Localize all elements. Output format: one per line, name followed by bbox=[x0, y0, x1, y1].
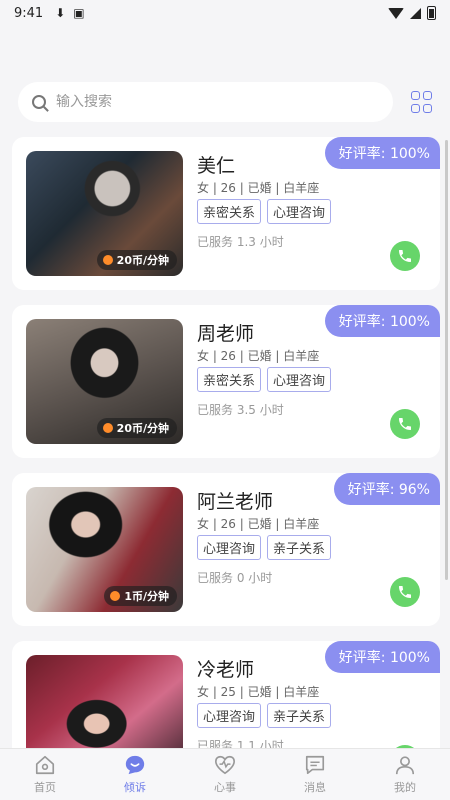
rating-badge: 好评率: 100% bbox=[324, 641, 440, 673]
counselor-photo: 1币/分钟 bbox=[26, 487, 183, 612]
message-icon bbox=[305, 755, 325, 775]
nav-label: 我的 bbox=[394, 781, 416, 794]
served-hours: 已服务 3.5 小时 bbox=[197, 403, 284, 417]
phone-icon bbox=[399, 418, 411, 430]
counselor-card[interactable]: 20币/分钟 好评率: 100% 美仁 女 | 26 | 已婚 | 白羊座 亲密… bbox=[12, 137, 440, 290]
scrollbar[interactable] bbox=[445, 140, 448, 580]
tag-list: 心理咨询 亲子关系 bbox=[197, 703, 332, 728]
phone-icon bbox=[399, 250, 411, 262]
counselor-meta: 女 | 25 | 已婚 | 白羊座 bbox=[197, 685, 320, 699]
phone-icon bbox=[399, 586, 411, 598]
nav-label: 倾诉 bbox=[124, 781, 146, 794]
counselor-card[interactable]: 1币/分钟 好评率: 96% 阿兰老师 女 | 26 | 已婚 | 白羊座 心理… bbox=[12, 473, 440, 626]
tag: 亲密关系 bbox=[197, 199, 262, 224]
coin-icon bbox=[102, 423, 113, 433]
app-notification-icon: ▣ bbox=[73, 6, 85, 20]
rating-badge: 好评率: 96% bbox=[333, 473, 440, 505]
counselor-name: 冷老师 bbox=[197, 659, 255, 681]
counselor-meta: 女 | 26 | 已婚 | 白羊座 bbox=[197, 349, 320, 363]
tag: 亲子关系 bbox=[267, 703, 332, 728]
counselor-photo: 20币/分钟 bbox=[26, 151, 183, 276]
tag-list: 心理咨询 亲子关系 bbox=[197, 535, 332, 560]
nav-item-profile[interactable]: 我的 bbox=[360, 749, 450, 800]
bottom-nav: 首页 倾诉 心事 消息 我的 bbox=[0, 748, 450, 800]
search-icon bbox=[32, 95, 46, 109]
price-tag: 20币/分钟 bbox=[96, 250, 177, 270]
counselor-meta: 女 | 26 | 已婚 | 白羊座 bbox=[197, 181, 320, 195]
counselor-photo: 20币/分钟 bbox=[26, 319, 183, 444]
tag: 心理咨询 bbox=[197, 703, 262, 728]
coin-icon bbox=[102, 255, 113, 265]
heart-pulse-icon bbox=[215, 755, 235, 775]
tag-list: 亲密关系 心理咨询 bbox=[197, 367, 332, 392]
price-tag: 20币/分钟 bbox=[96, 418, 177, 438]
served-hours: 已服务 1.3 小时 bbox=[197, 235, 284, 249]
tag: 心理咨询 bbox=[197, 535, 262, 560]
nav-item-messages[interactable]: 消息 bbox=[270, 749, 360, 800]
status-time: 9:41 bbox=[14, 5, 44, 21]
counselor-name: 美仁 bbox=[197, 155, 236, 177]
rating-badge: 好评率: 100% bbox=[324, 137, 440, 169]
user-icon bbox=[395, 756, 415, 775]
counselor-name: 周老师 bbox=[197, 323, 255, 345]
counselor-meta: 女 | 26 | 已婚 | 白羊座 bbox=[197, 517, 320, 531]
wifi-icon bbox=[388, 7, 404, 19]
price-tag: 1币/分钟 bbox=[104, 586, 177, 606]
call-button[interactable] bbox=[390, 577, 420, 607]
nav-label: 首页 bbox=[34, 781, 56, 794]
call-button[interactable] bbox=[390, 241, 420, 271]
search-input[interactable] bbox=[56, 94, 336, 110]
download-icon: ⬇ bbox=[55, 6, 66, 20]
coin-icon bbox=[110, 591, 121, 601]
tag: 亲密关系 bbox=[197, 367, 262, 392]
call-button[interactable] bbox=[390, 409, 420, 439]
nav-item-home[interactable]: 首页 bbox=[0, 749, 90, 800]
battery-icon bbox=[427, 6, 436, 20]
nav-item-talk[interactable]: 倾诉 bbox=[90, 749, 180, 800]
chat-bubble-icon bbox=[125, 755, 145, 775]
tag: 亲子关系 bbox=[267, 535, 332, 560]
signal-icon bbox=[410, 7, 421, 19]
tag: 心理咨询 bbox=[267, 199, 332, 224]
counselor-card[interactable]: 20币/分钟 好评率: 100% 周老师 女 | 26 | 已婚 | 白羊座 亲… bbox=[12, 305, 440, 458]
category-grid-icon[interactable] bbox=[411, 91, 433, 113]
tag-list: 亲密关系 心理咨询 bbox=[197, 199, 332, 224]
nav-label: 消息 bbox=[304, 781, 326, 794]
search-row bbox=[18, 82, 434, 122]
home-icon bbox=[35, 755, 55, 775]
counselor-name: 阿兰老师 bbox=[197, 491, 274, 513]
search-bar[interactable] bbox=[18, 82, 393, 122]
tag: 心理咨询 bbox=[267, 367, 332, 392]
nav-label: 心事 bbox=[214, 781, 236, 794]
nav-item-mood[interactable]: 心事 bbox=[180, 749, 270, 800]
rating-badge: 好评率: 100% bbox=[324, 305, 440, 337]
served-hours: 已服务 0 小时 bbox=[197, 571, 273, 585]
status-bar: 9:41 ⬇ ▣ bbox=[0, 0, 450, 26]
